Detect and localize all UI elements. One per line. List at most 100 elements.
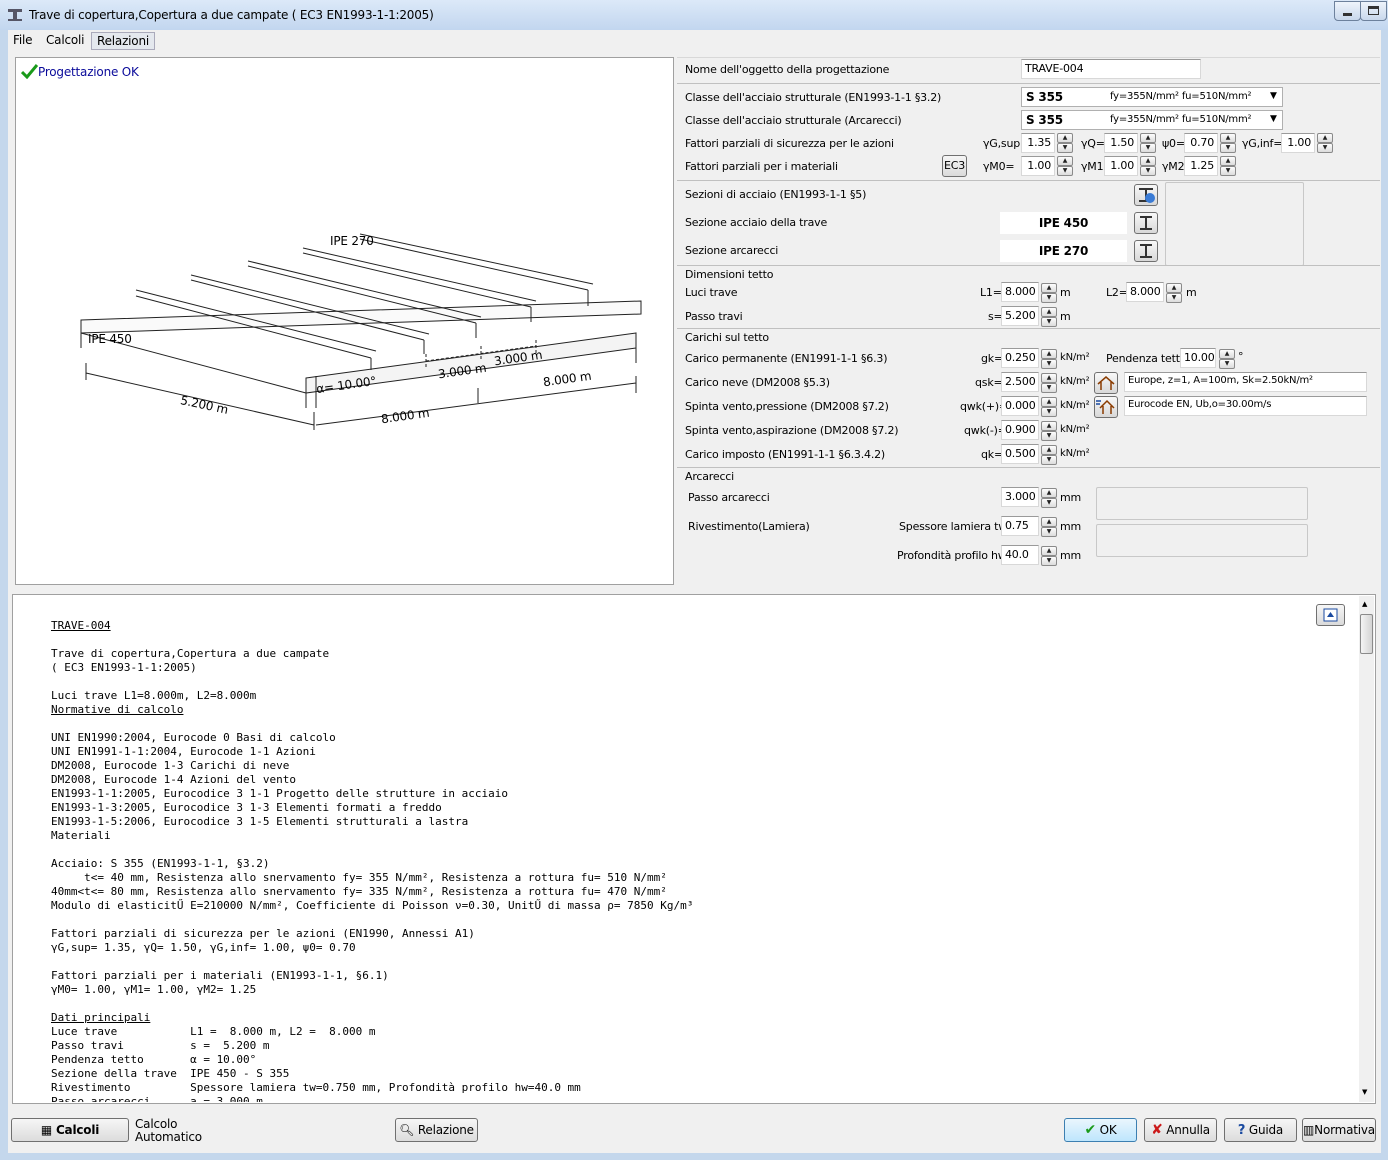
steel-purlin-props: fy=355N/mm² fu=510N/mm²	[1110, 114, 1252, 125]
help-button[interactable]: ? Guida	[1224, 1118, 1297, 1142]
name-input[interactable]: TRAVE-004	[1021, 59, 1201, 79]
scroll-down-icon[interactable]: ▼	[1362, 1088, 1367, 1096]
report-line	[51, 633, 693, 647]
report-line	[51, 997, 693, 1011]
ok-button[interactable]: ✔ OK	[1064, 1118, 1137, 1142]
steel-purlin-select[interactable]: S 355 fy=355N/mm² fu=510N/mm² ▼	[1021, 110, 1283, 130]
cladding-label: Rivestimento(Lamiera)	[688, 520, 810, 533]
L2-label: L2=	[1106, 286, 1128, 299]
auto-calc-label-2: Automatico	[135, 1130, 202, 1144]
gM2-input[interactable]: 1.25	[1184, 156, 1218, 176]
qwkm-unit: kN/m²	[1060, 424, 1090, 435]
gQ-label: γQ=	[1081, 137, 1105, 150]
purlin-spacing-input[interactable]: 3.000	[1001, 487, 1039, 507]
gM2-spinner[interactable]: ▲ ▼	[1220, 156, 1236, 176]
qsk-spinner[interactable]: ▲ ▼	[1041, 373, 1057, 393]
cladding-preview	[1096, 524, 1308, 557]
hw-spinner[interactable]: ▲ ▼	[1041, 546, 1057, 566]
relazione-button[interactable]: 🔍︎ Relazione	[395, 1118, 478, 1142]
gM1-spinner[interactable]: ▲ ▼	[1140, 156, 1156, 176]
gM1-input[interactable]: 1.00	[1104, 156, 1138, 176]
slope-spinner[interactable]: ▲ ▼	[1219, 349, 1235, 369]
calcoli-button[interactable]: ▦ Calcoli	[11, 1118, 129, 1142]
report-line: γM0= 1.00, γM1= 1.00, γM2= 1.25	[51, 983, 257, 996]
wind-house-icon[interactable]	[1094, 396, 1118, 418]
tw-input[interactable]: 0.75	[1001, 516, 1039, 536]
gM0-input[interactable]: 1.00	[1021, 156, 1055, 176]
snow-house-icon[interactable]	[1094, 372, 1118, 394]
qwkp-input[interactable]: 0.000	[1001, 396, 1039, 416]
section-help-icon[interactable]	[1134, 184, 1158, 206]
qwkm-input[interactable]: 0.900	[1001, 420, 1039, 440]
snow-info: Europe, z=1, A=100m, Sk=2.50kN/m²	[1124, 372, 1367, 392]
L1-spinner[interactable]: ▲ ▼	[1041, 283, 1057, 303]
L2-input[interactable]: 8.000	[1126, 282, 1164, 302]
purlin-spacing-unit: mm	[1060, 491, 1082, 504]
sections-label: Sezioni di acciaio (EN1993-1-1 §5)	[685, 188, 867, 201]
gG-sup-spinner[interactable]: ▲ ▼	[1057, 133, 1073, 153]
s-input[interactable]: 5.200	[1001, 306, 1039, 326]
name-label: Nome dell'oggetto della progettazione	[685, 63, 890, 76]
gG-sup-input[interactable]: 1.35	[1021, 133, 1055, 153]
purlin-section-icon[interactable]	[1134, 240, 1158, 262]
menu-relazioni[interactable]: Relazioni	[91, 32, 155, 50]
gk-input[interactable]: 0.250	[1001, 348, 1039, 368]
s-unit: m	[1060, 310, 1071, 323]
L2-spinner[interactable]: ▲ ▼	[1166, 283, 1182, 303]
minimize-button[interactable]	[1334, 1, 1361, 21]
qk-label: qk=	[981, 448, 1003, 461]
qwkp-spinner[interactable]: ▲ ▼	[1041, 397, 1057, 417]
report-top-icon[interactable]	[1316, 604, 1345, 626]
L1-input[interactable]: 8.000	[1001, 282, 1039, 302]
winds-label: Spinta vento,aspirazione (DM2008 §7.2)	[685, 424, 899, 437]
report-scrollbar[interactable]: ▲ ▼	[1359, 596, 1374, 1102]
purlin-section-field[interactable]: IPE 270	[1000, 240, 1127, 262]
qk-spinner[interactable]: ▲ ▼	[1041, 445, 1057, 465]
qwkm-spinner[interactable]: ▲ ▼	[1041, 421, 1057, 441]
report-line: Acciaio: S 355 (EN1993-1-1, §3.2)	[51, 857, 270, 870]
form-top-line	[677, 57, 1380, 58]
gG-inf-input[interactable]: 1.00	[1281, 133, 1315, 153]
gM0-spinner[interactable]: ▲ ▼	[1057, 156, 1073, 176]
gG-inf-label: γG,inf=	[1242, 137, 1283, 150]
gQ-spinner[interactable]: ▲ ▼	[1140, 133, 1156, 153]
tw-spinner[interactable]: ▲ ▼	[1041, 517, 1057, 537]
gk-spinner[interactable]: ▲ ▼	[1041, 349, 1057, 369]
books-icon: ▥	[1303, 1123, 1315, 1137]
gQ-input[interactable]: 1.50	[1104, 133, 1138, 153]
gG-inf-spinner[interactable]: ▲ ▼	[1317, 133, 1333, 153]
slope-input[interactable]: 10.00	[1180, 348, 1216, 368]
report-line: Fattori parziali per i materiali (EN1993…	[51, 969, 389, 982]
beam-section-icon[interactable]	[1134, 212, 1158, 234]
s-spinner[interactable]: ▲ ▼	[1041, 307, 1057, 327]
report-text[interactable]: TRAVE-004 Trave di copertura,Copertura a …	[14, 596, 1359, 1102]
menu-file[interactable]: File	[8, 32, 37, 48]
cancel-button[interactable]: ✘ Annulla	[1144, 1118, 1217, 1142]
scroll-up-icon[interactable]: ▲	[1362, 600, 1367, 608]
imposed-label: Carico imposto (EN1991-1-1 §6.3.4.2)	[685, 448, 886, 461]
ok-label: OK	[1099, 1123, 1117, 1137]
steel-beam-select[interactable]: S 355 fy=355N/mm² fu=510N/mm² ▼	[1021, 87, 1283, 107]
ec3-button[interactable]: EC3	[942, 155, 967, 177]
normativa-button[interactable]: ▥Normativa	[1302, 1118, 1376, 1142]
report-line: Pendenza tetto α = 10.00°	[51, 1053, 257, 1066]
relazione-label: Relazione	[417, 1123, 474, 1137]
hw-input[interactable]: 40.0	[1001, 545, 1039, 565]
psi0-spinner[interactable]: ▲ ▼	[1220, 133, 1236, 153]
report-line: EN1993-1-1:2005, Eurocodice 3 1-1 Proget…	[51, 787, 508, 800]
menu-calcoli[interactable]: Calcoli	[41, 32, 89, 48]
maximize-button[interactable]	[1360, 1, 1387, 21]
report-line: Dati principali	[51, 1011, 151, 1024]
purlin-spacing-spinner[interactable]: ▲ ▼	[1041, 488, 1057, 508]
qk-input[interactable]: 0.500	[1001, 444, 1039, 464]
perm-label: Carico permanente (EN1991-1-1 §6.3)	[685, 352, 888, 365]
separator-5	[677, 467, 1380, 468]
scroll-thumb[interactable]	[1360, 614, 1373, 654]
chevron-down-icon: ▼	[1270, 114, 1277, 124]
qsk-input[interactable]: 2.500	[1001, 372, 1039, 392]
psi0-input[interactable]: 0.70	[1184, 133, 1218, 153]
report-line: Modulo di elasticitŰ E=210000 N/mm², Coe…	[51, 899, 694, 912]
report-line: Fattori parziali di sicurezza per le azi…	[51, 927, 475, 940]
report-line: TRAVE-004	[51, 619, 111, 632]
beam-section-field[interactable]: IPE 450	[1000, 212, 1127, 234]
